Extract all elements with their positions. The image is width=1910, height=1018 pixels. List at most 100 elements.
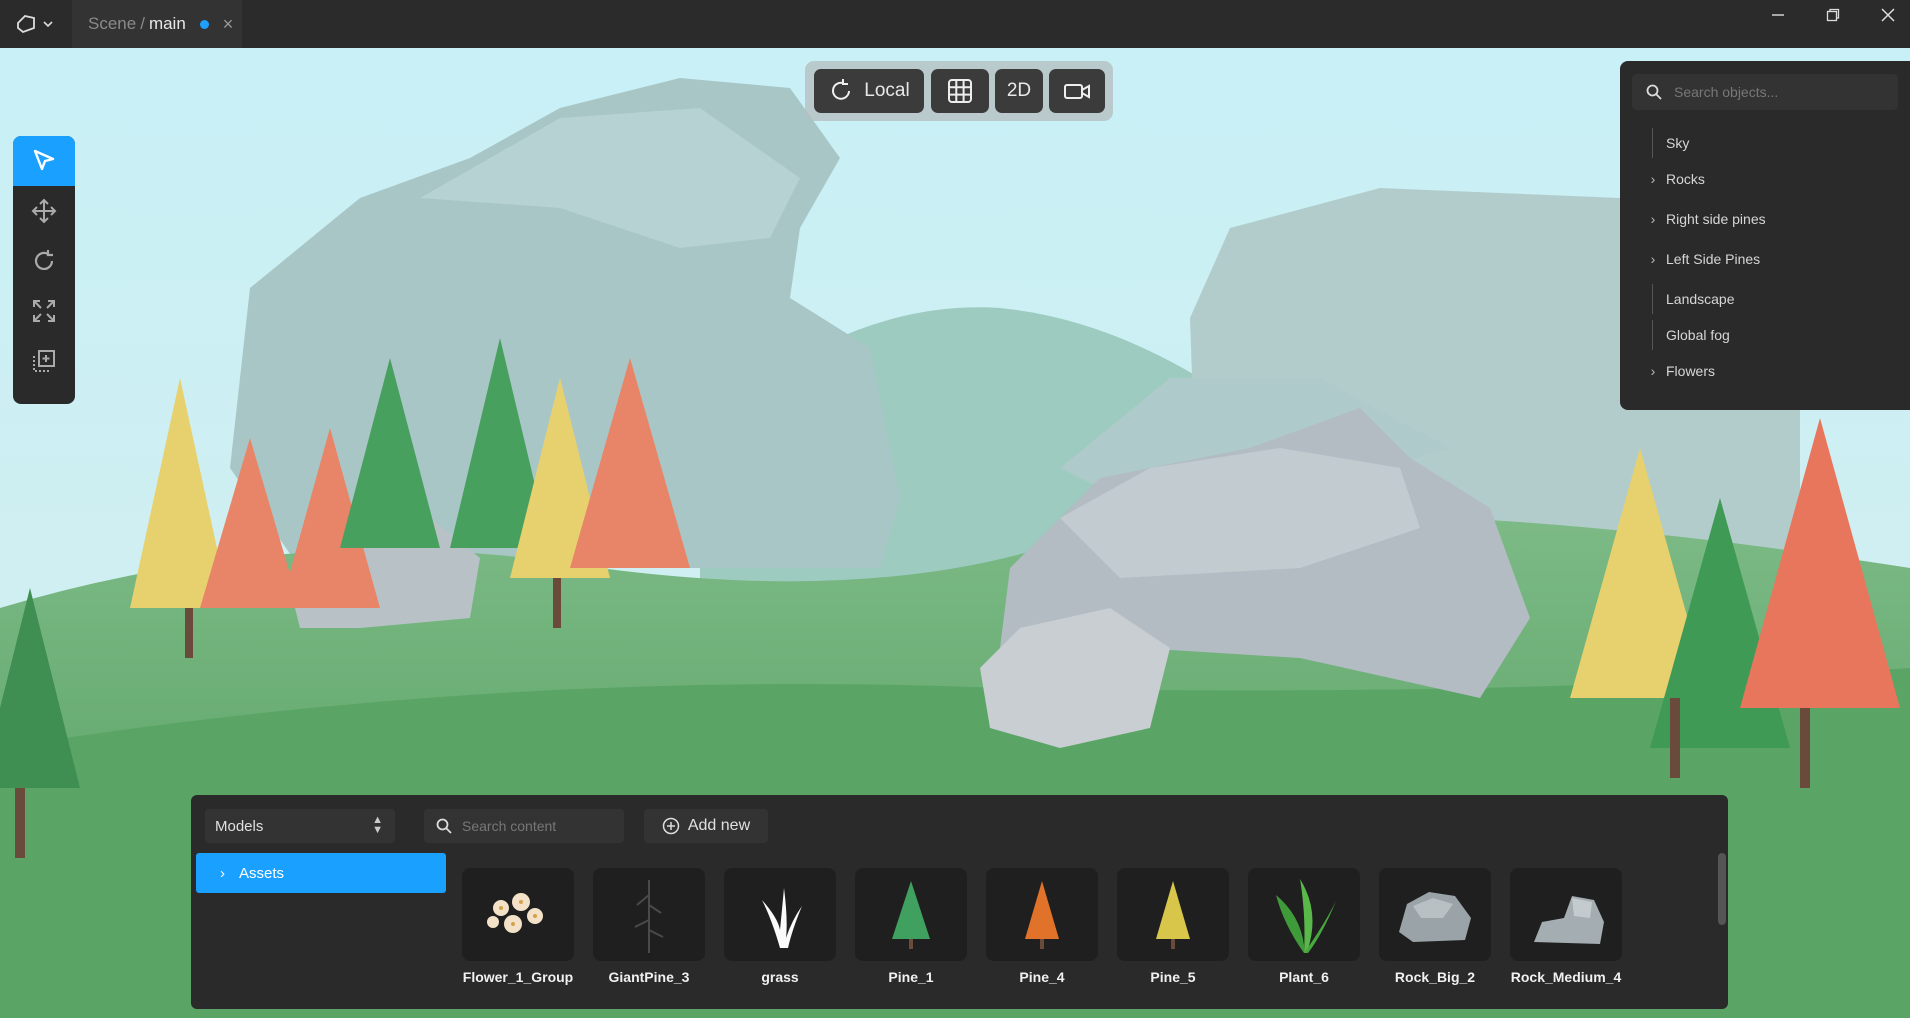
asset-label: Pine_5 (1150, 969, 1196, 985)
outliner-item-label: Sky (1666, 135, 1690, 151)
restore-button[interactable] (1805, 0, 1861, 30)
asset-label: Flower_1_Group (462, 969, 574, 985)
pine-orange-icon (1025, 880, 1059, 949)
chevron-right-icon[interactable]: › (1640, 171, 1666, 187)
content-search-input[interactable] (460, 817, 614, 835)
outliner-item-left-side-pines[interactable]: › Left Side Pines (1640, 244, 1900, 274)
outliner-item-flowers[interactable]: › Flowers (1640, 356, 1900, 386)
tab-breadcrumb: Scene (88, 14, 137, 33)
asset-item-plant-6[interactable]: Plant_6 (1248, 868, 1360, 987)
view-2d-button[interactable]: 2D (995, 69, 1043, 113)
asset-item-flower-1-group[interactable]: Flower_1_Group (462, 868, 574, 987)
scale-tool-button[interactable] (13, 286, 75, 336)
view-toolbar: Local 2D (805, 61, 1113, 121)
grid-toggle-button[interactable] (931, 69, 989, 113)
outliner-item-right-side-pines[interactable]: › Right side pines (1640, 204, 1900, 234)
chevron-right-icon[interactable]: › (1640, 363, 1666, 379)
object-search-input[interactable] (1672, 83, 1886, 101)
asset-item-pine-5[interactable]: Pine_5 (1117, 868, 1229, 987)
asset-label: Rock_Big_2 (1394, 969, 1476, 985)
pine-green-icon (892, 880, 930, 949)
chevron-down-icon (43, 21, 53, 28)
asset-thumbnail (1117, 868, 1229, 961)
asset-label: Rock_Medium_4 (1510, 969, 1622, 985)
rotate-tool-button[interactable] (13, 236, 75, 286)
transform-toolbar (13, 136, 75, 404)
folder-label: Assets (239, 864, 285, 882)
tree-line (1652, 128, 1653, 158)
scene-outliner: Sky ›Rocks ›Right side pines ›Left Side … (1620, 61, 1910, 410)
chevron-right-icon[interactable]: › (1640, 251, 1666, 267)
up-down-icon: ▲ ▼ (372, 814, 383, 836)
outliner-item-landscape[interactable]: Landscape (1640, 284, 1900, 314)
object-search-box[interactable] (1632, 74, 1898, 110)
search-icon (1646, 84, 1662, 100)
outliner-item-rocks[interactable]: › Rocks (1640, 164, 1900, 194)
outliner-item-label: Rocks (1666, 171, 1705, 187)
folder-assets[interactable]: › Assets (196, 853, 446, 893)
add-object-tool-button[interactable] (13, 336, 75, 386)
outliner-item-label: Left Side Pines (1666, 251, 1761, 267)
add-object-icon (33, 350, 55, 372)
select-tool-button[interactable] (13, 136, 75, 186)
search-icon (436, 818, 452, 834)
asset-item-grass[interactable]: grass (724, 868, 836, 987)
asset-thumbnail (1510, 868, 1622, 961)
select-cursor-icon (33, 149, 55, 171)
asset-browser: Models ▲▼ Add new › Assets Flower_1_Grou… (191, 795, 1728, 1009)
asset-type-select[interactable]: Models ▲ ▼ (205, 809, 395, 843)
asset-item-pine-1[interactable]: Pine_1 (855, 868, 967, 987)
add-new-button[interactable]: Add new (644, 809, 768, 843)
rock-medium-icon (1534, 895, 1604, 944)
grass-icon (762, 887, 802, 948)
asset-label: Pine_1 (888, 969, 934, 985)
tree-line (1652, 320, 1653, 350)
asset-thumbnail (986, 868, 1098, 961)
unsaved-indicator (199, 19, 209, 29)
content-search-box[interactable] (424, 809, 624, 843)
dead-tree-icon (634, 879, 664, 953)
asset-item-giantpine-3[interactable]: GiantPine_3 (593, 868, 705, 987)
asset-thumbnail (1248, 868, 1360, 961)
tab-close-button[interactable]: × (223, 14, 234, 35)
tab-separator: / (140, 14, 145, 33)
asset-thumbnail (855, 868, 967, 961)
outliner-item-label: Landscape (1666, 291, 1735, 307)
outliner-item-sky[interactable]: Sky (1640, 128, 1900, 158)
minimize-icon (1772, 14, 1784, 16)
outliner-item-label: Flowers (1666, 363, 1716, 379)
move-icon (31, 198, 57, 224)
tab-name: main (148, 14, 186, 33)
close-window-button[interactable] (1860, 0, 1910, 30)
tree-line (1652, 284, 1653, 314)
transform-space-label: Local (864, 80, 910, 101)
asset-label: Plant_6 (1279, 969, 1329, 985)
app-menu-button[interactable] (10, 10, 58, 38)
scale-icon (33, 300, 55, 322)
move-tool-button[interactable] (13, 186, 75, 236)
camera-button[interactable] (1049, 69, 1105, 113)
rotate-space-icon (832, 79, 851, 100)
asset-scrollbar[interactable] (1718, 853, 1726, 925)
tab-scene-main[interactable]: Scene / main × (72, 0, 242, 48)
asset-thumbnail (462, 868, 574, 961)
asset-thumbnail (1379, 868, 1491, 961)
asset-thumbnail (724, 868, 836, 961)
asset-label: GiantPine_3 (608, 969, 690, 985)
asset-label: grass (761, 969, 799, 985)
asset-item-rock-big-2[interactable]: Rock_Big_2 (1379, 868, 1491, 987)
outliner-item-global-fog[interactable]: Global fog (1640, 320, 1900, 350)
rotate-icon (34, 250, 54, 270)
rock-big-icon (1399, 891, 1471, 942)
asset-item-rock-medium-4[interactable]: Rock_Medium_4 (1510, 868, 1622, 987)
plant-icon (1276, 878, 1336, 953)
minimize-button[interactable] (1750, 0, 1806, 30)
pine-yellow-icon (1156, 880, 1190, 949)
chevron-right-icon[interactable]: › (1640, 211, 1666, 227)
asset-item-pine-4[interactable]: Pine_4 (986, 868, 1098, 987)
grid-icon (948, 79, 972, 103)
add-new-label: Add new (687, 817, 751, 834)
flower-icon (487, 892, 543, 933)
camera-icon (1064, 84, 1090, 99)
transform-space-button[interactable]: Local (814, 69, 924, 113)
